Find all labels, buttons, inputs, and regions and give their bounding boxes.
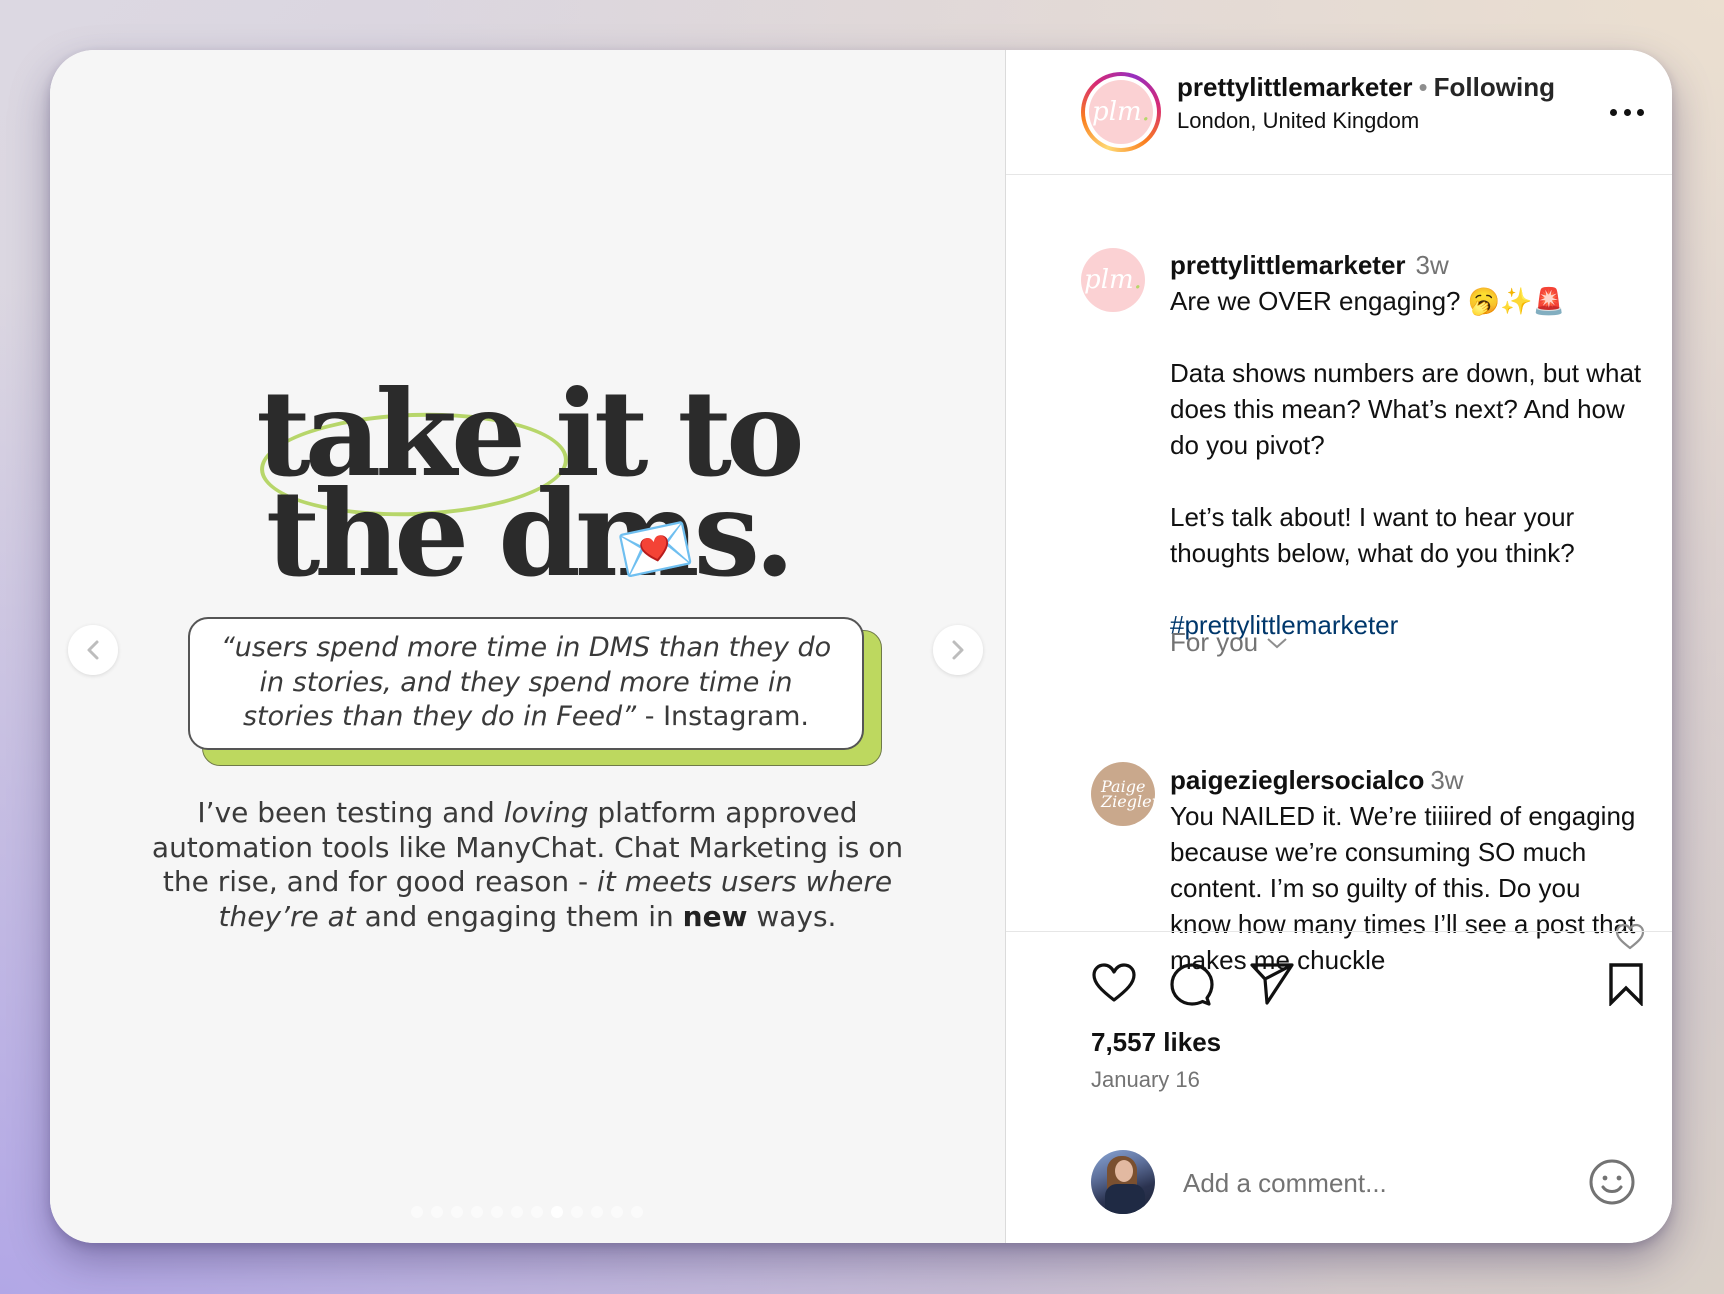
bookmark-icon (1609, 963, 1643, 1008)
carousel-dot (491, 1206, 503, 1218)
author-username[interactable]: prettylittlemarketer (1177, 72, 1413, 102)
body-part: loving (503, 796, 589, 829)
body-part: new (682, 899, 748, 933)
headline-line-2: the dms. (265, 464, 795, 603)
caption-line-1: Are we OVER engaging? 🥱✨🚨 (1170, 286, 1565, 316)
comment-sort-dropdown[interactable]: For you (1170, 627, 1288, 658)
post-modal: take it to the dms. 💌 “users spend more … (50, 50, 1672, 1243)
caption-time[interactable]: 3w (1416, 250, 1449, 280)
body-part: and engaging them in (355, 899, 683, 933)
more-horizontal-icon (1610, 108, 1617, 116)
avatar-dot: . (1141, 97, 1150, 127)
love-letter-icon: 💌 (611, 508, 699, 591)
carousel-dot (611, 1206, 623, 1218)
next-slide-button[interactable] (933, 625, 983, 675)
caption-paragraph-2: Data shows numbers are down, but what do… (1170, 358, 1642, 460)
chevron-down-icon (1267, 637, 1287, 648)
current-user-avatar[interactable] (1091, 1150, 1155, 1214)
add-comment-bar (1006, 1150, 1672, 1243)
divider (1006, 931, 1672, 932)
chevron-left-icon (87, 640, 99, 660)
post-sidebar: plm. prettylittlemarketer • Following Lond… (1005, 50, 1672, 1243)
carousel-dot (471, 1206, 483, 1218)
comment-time[interactable]: 3w (1430, 765, 1463, 795)
separator-dot: • (1418, 72, 1428, 102)
sort-label: For you (1170, 627, 1259, 657)
post-date[interactable]: January 16 (1091, 1067, 1200, 1093)
carousel-indicator (411, 1206, 643, 1218)
caption-author-avatar[interactable]: plm. (1081, 248, 1145, 312)
body-part: I’ve been testing and (197, 796, 504, 829)
comment-item: paigezieglersocialco 3w You NAILED it. We… (1170, 762, 1640, 978)
quote-attribution: - Instagram. (636, 701, 810, 732)
comment-username[interactable]: paigezieglersocialco (1170, 765, 1424, 795)
post-location[interactable]: London, United Kingdom (1177, 108, 1419, 134)
likes-count[interactable]: 7,557 likes (1091, 1027, 1221, 1058)
carousel-dot (571, 1206, 583, 1218)
avatar-text: Paige Ziegler (1101, 777, 1160, 811)
share-button[interactable] (1249, 962, 1295, 1011)
carousel-dot-active (551, 1206, 563, 1218)
quote-box: “users spend more time in DMS than they … (188, 617, 864, 750)
carousel-dot (531, 1206, 543, 1218)
comment-text: You NAILED it. We’re tiiiired of engagin… (1170, 801, 1636, 975)
story-ring[interactable]: plm. (1081, 72, 1161, 152)
caption-paragraph-3: Let’s talk about! I want to hear your th… (1170, 502, 1575, 568)
carousel-dot (591, 1206, 603, 1218)
caption-username[interactable]: prettylittlemarketer (1170, 250, 1406, 280)
comment-like-button[interactable] (1615, 923, 1645, 956)
avatar-body (1105, 1184, 1145, 1214)
post-media: take it to the dms. 💌 “users spend more … (50, 50, 1005, 1243)
save-button[interactable] (1608, 962, 1644, 1011)
more-options-button[interactable] (1610, 100, 1644, 124)
carousel-dot (451, 1206, 463, 1218)
more-horizontal-icon (1637, 108, 1644, 116)
comment-button[interactable] (1169, 962, 1215, 1013)
chevron-right-icon (952, 640, 964, 660)
body-part: ways. (747, 899, 837, 933)
avatar-text: plm (1092, 97, 1142, 127)
carousel-dot (411, 1206, 423, 1218)
header-user-line: prettylittlemarketer • Following (1177, 72, 1555, 103)
carousel-dot (431, 1206, 443, 1218)
avatar-dot: . (1133, 265, 1142, 295)
like-button[interactable] (1091, 962, 1137, 1009)
comments-scroll-area[interactable]: plm. prettylittlemarketer 3w Are we OVER … (1006, 175, 1672, 981)
post-header: plm. prettylittlemarketer • Following Lond… (1006, 50, 1672, 175)
carousel-dot (511, 1206, 523, 1218)
avatar-face (1115, 1160, 1133, 1182)
previous-slide-button[interactable] (68, 625, 118, 675)
following-button[interactable]: Following (1434, 72, 1555, 102)
heart-icon (1092, 963, 1136, 1002)
more-horizontal-icon (1623, 108, 1631, 116)
avatar-text: plm (1084, 265, 1134, 295)
comment-icon (1170, 963, 1214, 1006)
author-avatar[interactable]: plm. (1089, 80, 1153, 144)
carousel-dot (631, 1206, 643, 1218)
heart-icon (1615, 923, 1645, 950)
story-ring-gap: plm. (1085, 76, 1157, 148)
emoji-picker-button[interactable] (1588, 1158, 1636, 1211)
media-body-text: I’ve been testing and loving platform ap… (140, 796, 915, 934)
emoji-icon (1589, 1159, 1635, 1205)
post-caption: prettylittlemarketer 3w Are we OVER engag… (1170, 247, 1660, 643)
commenter-avatar[interactable]: Paige Ziegler (1091, 762, 1160, 826)
add-comment-input[interactable] (1181, 1160, 1565, 1206)
send-icon (1250, 963, 1294, 1005)
